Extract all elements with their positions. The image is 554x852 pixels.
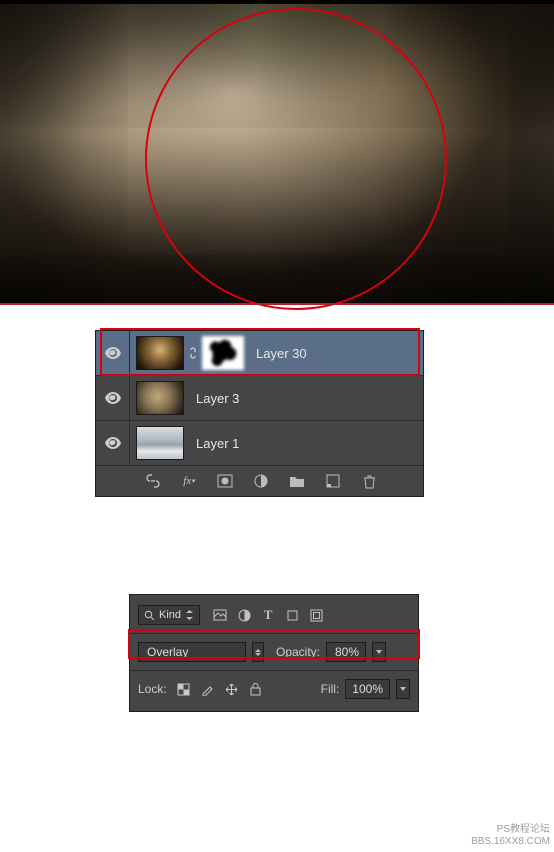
blend-mode-select[interactable]: Overlay bbox=[138, 642, 246, 662]
filter-row: Kind T bbox=[138, 601, 410, 629]
filter-smart-icon[interactable] bbox=[307, 606, 325, 624]
visibility-toggle[interactable] bbox=[96, 421, 130, 465]
lock-buttons bbox=[175, 680, 265, 698]
lock-pixels-icon[interactable] bbox=[199, 680, 217, 698]
blend-opacity-row: Overlay Opacity: 80% bbox=[138, 638, 410, 666]
opacity-value: 80% bbox=[335, 645, 359, 659]
opacity-label: Opacity: bbox=[276, 645, 320, 659]
layer-mask-thumbnail[interactable] bbox=[202, 336, 244, 370]
layer-filter-kind[interactable]: Kind bbox=[138, 605, 200, 625]
layer-thumbnail[interactable] bbox=[136, 381, 184, 415]
layers-panel: Layer 30 Layer 3 Layer 1 fx▾ bbox=[95, 330, 424, 497]
fill-dropdown[interactable] bbox=[396, 679, 410, 699]
eye-icon bbox=[105, 347, 121, 359]
filter-type-icon[interactable]: T bbox=[259, 606, 277, 624]
layer-thumbnail[interactable] bbox=[136, 336, 184, 370]
layer-row-30[interactable]: Layer 30 bbox=[96, 331, 423, 376]
layer-row-3[interactable]: Layer 3 bbox=[96, 376, 423, 421]
search-icon bbox=[143, 609, 155, 621]
fill-value-field[interactable]: 100% bbox=[345, 679, 390, 699]
opacity-value-field[interactable]: 80% bbox=[326, 642, 366, 662]
filter-adjust-icon[interactable] bbox=[235, 606, 253, 624]
annotation-underline bbox=[0, 303, 554, 305]
layer-filter-buttons: T bbox=[211, 606, 325, 624]
link-layers-icon[interactable] bbox=[144, 472, 162, 490]
adjustment-layer-icon[interactable] bbox=[252, 472, 270, 490]
fill-value: 100% bbox=[352, 682, 383, 696]
filter-pixel-icon[interactable] bbox=[211, 606, 229, 624]
visibility-toggle[interactable] bbox=[96, 331, 130, 375]
fill-label: Fill: bbox=[321, 682, 340, 696]
new-group-icon[interactable] bbox=[288, 472, 306, 490]
layer-link-icon bbox=[186, 336, 200, 370]
stepper-icon bbox=[185, 611, 193, 619]
lock-fill-row: Lock: Fill: 100% bbox=[138, 675, 410, 703]
lock-position-icon[interactable] bbox=[223, 680, 241, 698]
layer-name-label: Layer 3 bbox=[196, 391, 239, 406]
blend-mode-value: Overlay bbox=[147, 645, 188, 659]
layer-name-label: Layer 30 bbox=[256, 346, 307, 361]
divider bbox=[130, 633, 418, 634]
layers-panel-footer: fx▾ bbox=[96, 466, 423, 496]
add-mask-icon[interactable] bbox=[216, 472, 234, 490]
layer-options-panel: Kind T Overlay Opacity: 80% Lock: bbox=[129, 594, 419, 712]
canvas-preview bbox=[0, 0, 554, 305]
layer-thumbnail[interactable] bbox=[136, 426, 184, 460]
eye-icon bbox=[105, 437, 121, 449]
new-layer-icon[interactable] bbox=[324, 472, 342, 490]
opacity-dropdown[interactable] bbox=[372, 642, 386, 662]
watermark: PS教程论坛 BBS.16XX8.COM bbox=[471, 824, 550, 848]
preview-sky-render bbox=[0, 4, 554, 305]
watermark-line1: PS教程论坛 bbox=[471, 824, 550, 836]
visibility-toggle[interactable] bbox=[96, 376, 130, 420]
delete-layer-icon[interactable] bbox=[360, 472, 378, 490]
fx-icon[interactable]: fx▾ bbox=[180, 472, 198, 490]
layer-row-1[interactable]: Layer 1 bbox=[96, 421, 423, 466]
lock-transparency-icon[interactable] bbox=[175, 680, 193, 698]
lock-all-icon[interactable] bbox=[247, 680, 265, 698]
layer-name-label: Layer 1 bbox=[196, 436, 239, 451]
filter-shape-icon[interactable] bbox=[283, 606, 301, 624]
filter-kind-label: Kind bbox=[159, 609, 181, 621]
divider bbox=[130, 670, 418, 671]
lock-label: Lock: bbox=[138, 682, 167, 696]
blend-mode-stepper[interactable] bbox=[252, 642, 264, 662]
watermark-line2: BBS.16XX8.COM bbox=[471, 836, 550, 848]
eye-icon bbox=[105, 392, 121, 404]
